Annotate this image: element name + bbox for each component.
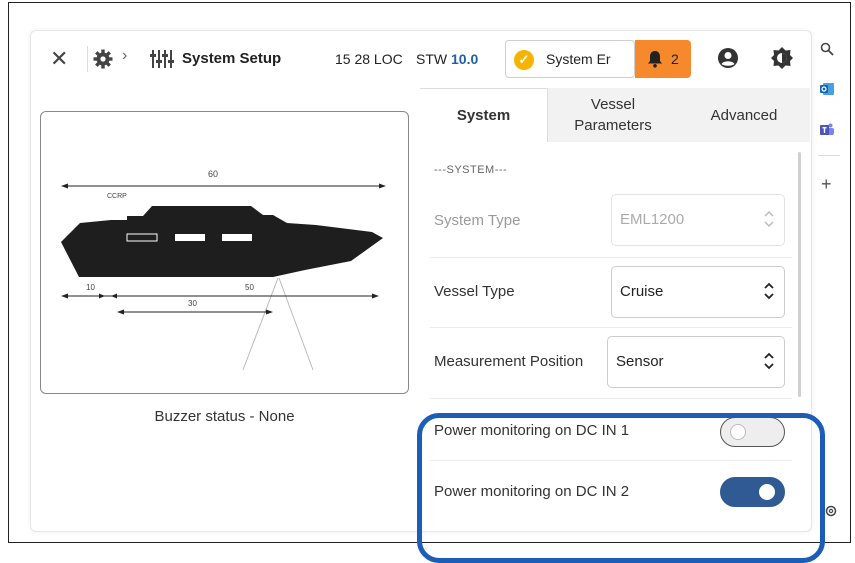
row-divider: [430, 398, 792, 399]
dimension-10-label: 10: [86, 283, 95, 292]
tab-vessel-parameters[interactable]: Vessel Parameters: [548, 88, 678, 142]
dimension-50-label: 50: [245, 283, 254, 292]
brightness-icon[interactable]: [771, 47, 793, 74]
alarm-button[interactable]: 2: [635, 40, 691, 78]
system-status-button[interactable]: ✓ System Er: [505, 40, 635, 78]
local-time: 15 28 LOC: [335, 51, 403, 67]
user-icon[interactable]: [717, 47, 739, 74]
system-type-label: System Type: [434, 212, 521, 229]
tab-advanced[interactable]: Advanced: [678, 88, 810, 142]
search-icon[interactable]: [820, 42, 834, 61]
vessel-type-label: Vessel Type: [434, 283, 515, 300]
add-icon[interactable]: +: [821, 174, 832, 195]
system-type-select: EML1200: [611, 194, 785, 246]
header-divider: [87, 46, 88, 72]
side-strip-divider: [818, 155, 840, 156]
stw-readout: STW 10.0: [416, 51, 478, 67]
system-status-label: System Er: [546, 51, 611, 67]
select-arrows-icon: [764, 208, 774, 235]
teams-icon[interactable]: [820, 122, 834, 141]
content-scrollbar[interactable]: [798, 152, 801, 397]
row-divider: [430, 327, 792, 328]
ccrp-label: CCRP: [107, 193, 127, 200]
dimension-60-label: 60: [208, 169, 218, 179]
vessel-diagram: 60 CCRP 10 50 30: [61, 169, 386, 371]
gear-icon[interactable]: [93, 49, 113, 74]
dimension-30-label: 30: [188, 299, 197, 308]
tab-vessel-parameters-label: Vessel Parameters: [574, 96, 652, 134]
section-header: ---SYSTEM---: [434, 164, 508, 176]
breadcrumb-chevron-icon: ›: [122, 47, 128, 64]
settings-tabs: System Vessel Parameters Advanced: [420, 88, 810, 142]
alarm-count: 2: [671, 51, 679, 67]
row-divider: [430, 257, 792, 258]
outlook-icon[interactable]: [820, 82, 834, 101]
vessel-type-select[interactable]: Cruise: [611, 266, 785, 318]
close-icon[interactable]: ✕: [50, 48, 68, 70]
stw-label: STW: [416, 51, 448, 67]
page-title: System Setup: [182, 50, 282, 67]
stw-value: 10.0: [451, 51, 479, 67]
measurement-position-value: Sensor: [616, 353, 664, 370]
system-type-value: EML1200: [620, 211, 685, 228]
vessel-diagram-panel: 60 CCRP 10 50 30: [40, 111, 409, 394]
check-icon: ✓: [514, 50, 534, 70]
measurement-position-label: Measurement Position: [434, 353, 584, 370]
select-arrows-icon: [764, 350, 774, 377]
bell-icon: [647, 50, 663, 73]
settings-icon[interactable]: [824, 504, 838, 523]
sliders-icon: [150, 49, 174, 74]
vessel-type-value: Cruise: [620, 283, 664, 300]
highlight-annotation: [417, 413, 825, 563]
header-bar: ✕ › System Setup 15 28 LOC STW 10.0 ✓ Sy…: [30, 30, 810, 88]
buzzer-status: Buzzer status - None: [154, 408, 295, 425]
measurement-position-select[interactable]: Sensor: [607, 336, 785, 388]
tab-system[interactable]: System: [420, 88, 548, 142]
select-arrows-icon: [764, 280, 774, 307]
side-app-strip: +: [812, 30, 852, 530]
vessel-hull-shape: [61, 206, 383, 277]
